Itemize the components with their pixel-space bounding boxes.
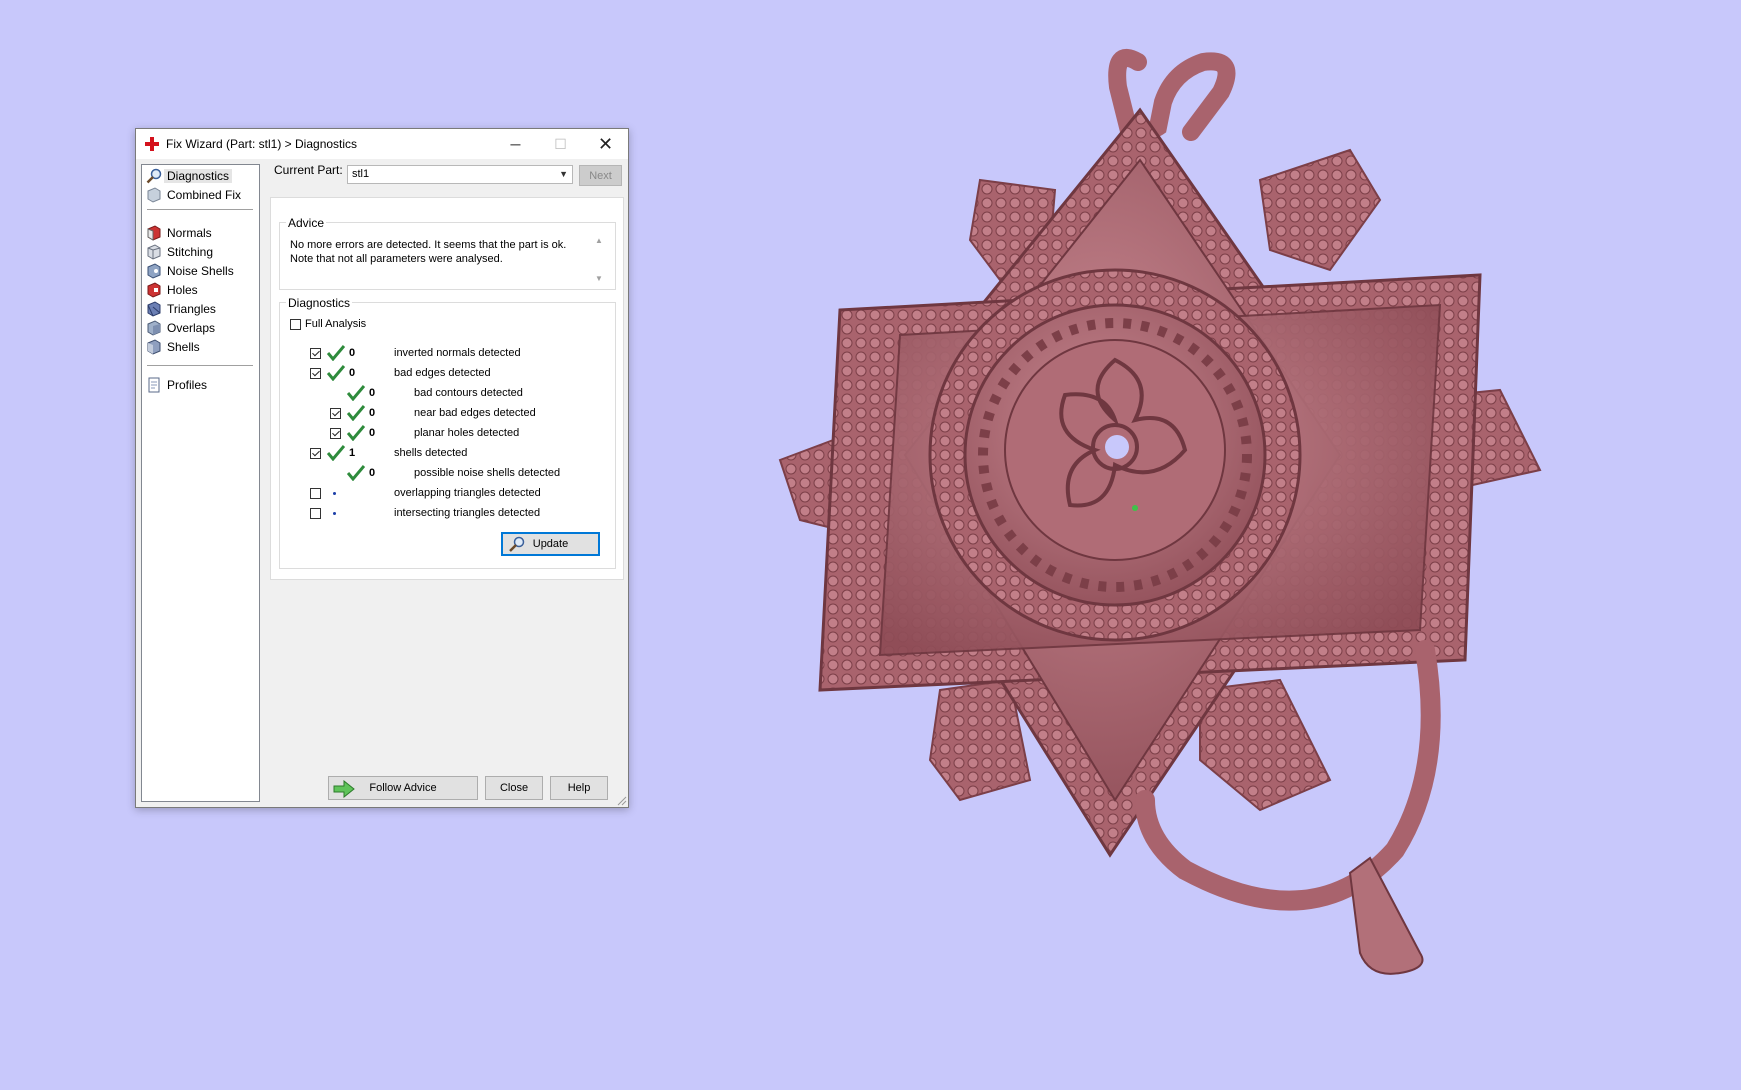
row-count: 0	[349, 347, 356, 359]
sidebar-item-label: Normals	[167, 226, 212, 240]
ok-check-icon	[327, 445, 345, 461]
pending-dot-icon	[333, 492, 336, 495]
fix-wizard-dialog: Fix Wizard (Part: stl1) > Diagnostics ─ …	[135, 128, 629, 808]
advice-title: Advice	[286, 216, 327, 230]
ok-check-icon	[347, 425, 365, 441]
sidebar-item-label: Overlaps	[167, 321, 216, 335]
row-label: near bad edges detected	[414, 407, 536, 419]
dialog-title: Fix Wizard (Part: stl1) > Diagnostics	[166, 137, 358, 151]
sidebar-item-stitching[interactable]: Stitching	[146, 242, 256, 262]
update-label: Update	[532, 538, 569, 550]
row-label: shells detected	[394, 447, 468, 459]
sidebar-item-label: Stitching	[167, 245, 214, 259]
row-checkbox[interactable]	[310, 368, 321, 379]
ok-check-icon	[327, 345, 345, 361]
sidebar-item-holes[interactable]: Holes	[146, 280, 256, 300]
row-label: overlapping triangles detected	[394, 487, 541, 499]
chevron-down-icon: ▼	[559, 169, 568, 179]
sidebar-divider	[147, 365, 253, 367]
sidebar-item-label: Shells	[167, 340, 200, 354]
normals-cube-icon	[147, 225, 161, 241]
full-analysis-label: Full Analysis	[305, 318, 367, 330]
sidebar-item-label: Noise Shells	[167, 264, 234, 278]
advice-line-1: No more errors are detected. It seems th…	[290, 239, 567, 251]
sidebar-item-triangles[interactable]: Triangles	[146, 299, 256, 319]
current-part-select[interactable]: stl1 ▼	[347, 165, 573, 184]
sidebar-item-noise-shells[interactable]: Noise Shells	[146, 261, 256, 281]
ok-check-icon	[347, 385, 365, 401]
help-button[interactable]: Help	[550, 776, 608, 800]
sidebar-item-normals[interactable]: Normals	[146, 223, 256, 243]
pending-dot-icon	[333, 512, 336, 515]
green-arrow-icon	[333, 780, 355, 798]
row-checkbox[interactable]	[330, 408, 341, 419]
row-checkbox[interactable]	[310, 348, 321, 359]
follow-advice-button[interactable]: Follow Advice	[328, 776, 478, 800]
diagnostics-title: Diagnostics	[286, 296, 353, 310]
row-checkbox[interactable]	[310, 488, 321, 499]
title-bar[interactable]: Fix Wizard (Part: stl1) > Diagnostics ─ …	[136, 129, 628, 159]
triangles-cube-icon	[147, 301, 161, 317]
sidebar-item-label: Triangles	[167, 302, 216, 316]
row-label: planar holes detected	[414, 427, 520, 439]
sidebar-item-profiles[interactable]: Profiles	[146, 375, 256, 395]
row-count: 0	[369, 407, 376, 419]
sidebar-item-label: Combined Fix	[167, 188, 242, 202]
advice-group: Advice No more errors are detected. It s…	[279, 216, 616, 290]
row-label: bad edges detected	[394, 367, 491, 379]
row-checkbox[interactable]	[330, 428, 341, 439]
close-window-button[interactable]: ✕	[583, 129, 628, 159]
ok-check-icon	[347, 465, 365, 481]
diagnostics-group: Diagnostics Full Analysis 0 inverted nor…	[279, 296, 616, 569]
advice-scrollbar[interactable]: ▲ ▼	[593, 234, 608, 285]
maximize-button[interactable]: ☐	[538, 129, 583, 159]
close-button[interactable]: Close	[485, 776, 543, 800]
sidebar-item-label: Holes	[167, 283, 198, 297]
row-checkbox[interactable]	[310, 508, 321, 519]
profiles-page-icon	[148, 377, 160, 393]
magnifier-icon	[509, 536, 525, 552]
row-count: 1	[349, 447, 356, 459]
red-cross-icon	[145, 137, 159, 151]
row-label: possible noise shells detected	[414, 467, 561, 479]
sidebar-divider	[147, 209, 253, 211]
resize-grip-icon[interactable]	[615, 794, 627, 806]
holes-cube-icon	[147, 282, 161, 298]
advice-text: No more errors are detected. It seems th…	[290, 238, 595, 285]
full-analysis-checkbox[interactable]	[290, 319, 301, 330]
advice-line-2: Note that not all parameters were analys…	[290, 253, 503, 265]
combined-fix-icon	[147, 187, 161, 203]
magnifier-icon	[146, 168, 162, 184]
next-button[interactable]: Next	[579, 165, 622, 186]
noise-shells-cube-icon	[147, 263, 161, 279]
row-count: 0	[369, 387, 376, 399]
wizard-sidebar: Diagnostics Combined Fix Normals Stitchi…	[141, 164, 260, 802]
diagnostics-panel: Advice No more errors are detected. It s…	[270, 197, 624, 580]
sidebar-item-label: Profiles	[167, 378, 208, 392]
row-count: 0	[369, 467, 376, 479]
scroll-up-icon[interactable]: ▲	[595, 236, 603, 245]
stitching-cube-icon	[147, 244, 161, 260]
sidebar-item-diagnostics[interactable]: Diagnostics	[146, 166, 256, 186]
row-label: inverted normals detected	[394, 347, 521, 359]
scroll-down-icon[interactable]: ▼	[595, 274, 603, 283]
follow-advice-label: Follow Advice	[369, 782, 437, 794]
current-part-value: stl1	[352, 168, 370, 180]
row-count: 0	[369, 427, 376, 439]
sidebar-item-shells[interactable]: Shells	[146, 337, 256, 357]
row-checkbox[interactable]	[310, 448, 321, 459]
ok-check-icon	[327, 365, 345, 381]
row-label: bad contours detected	[414, 387, 523, 399]
overlaps-cube-icon	[147, 320, 161, 336]
row-label: intersecting triangles detected	[394, 507, 541, 519]
shells-cube-icon	[147, 339, 161, 355]
current-part-label: Current Part:	[274, 163, 343, 177]
ok-check-icon	[347, 405, 365, 421]
sidebar-item-combined-fix[interactable]: Combined Fix	[146, 185, 256, 205]
sidebar-item-label: Diagnostics	[164, 169, 233, 183]
sidebar-item-overlaps[interactable]: Overlaps	[146, 318, 256, 338]
row-count: 0	[349, 367, 356, 379]
update-button[interactable]: Update	[501, 532, 600, 556]
minimize-button[interactable]: ─	[493, 129, 538, 159]
